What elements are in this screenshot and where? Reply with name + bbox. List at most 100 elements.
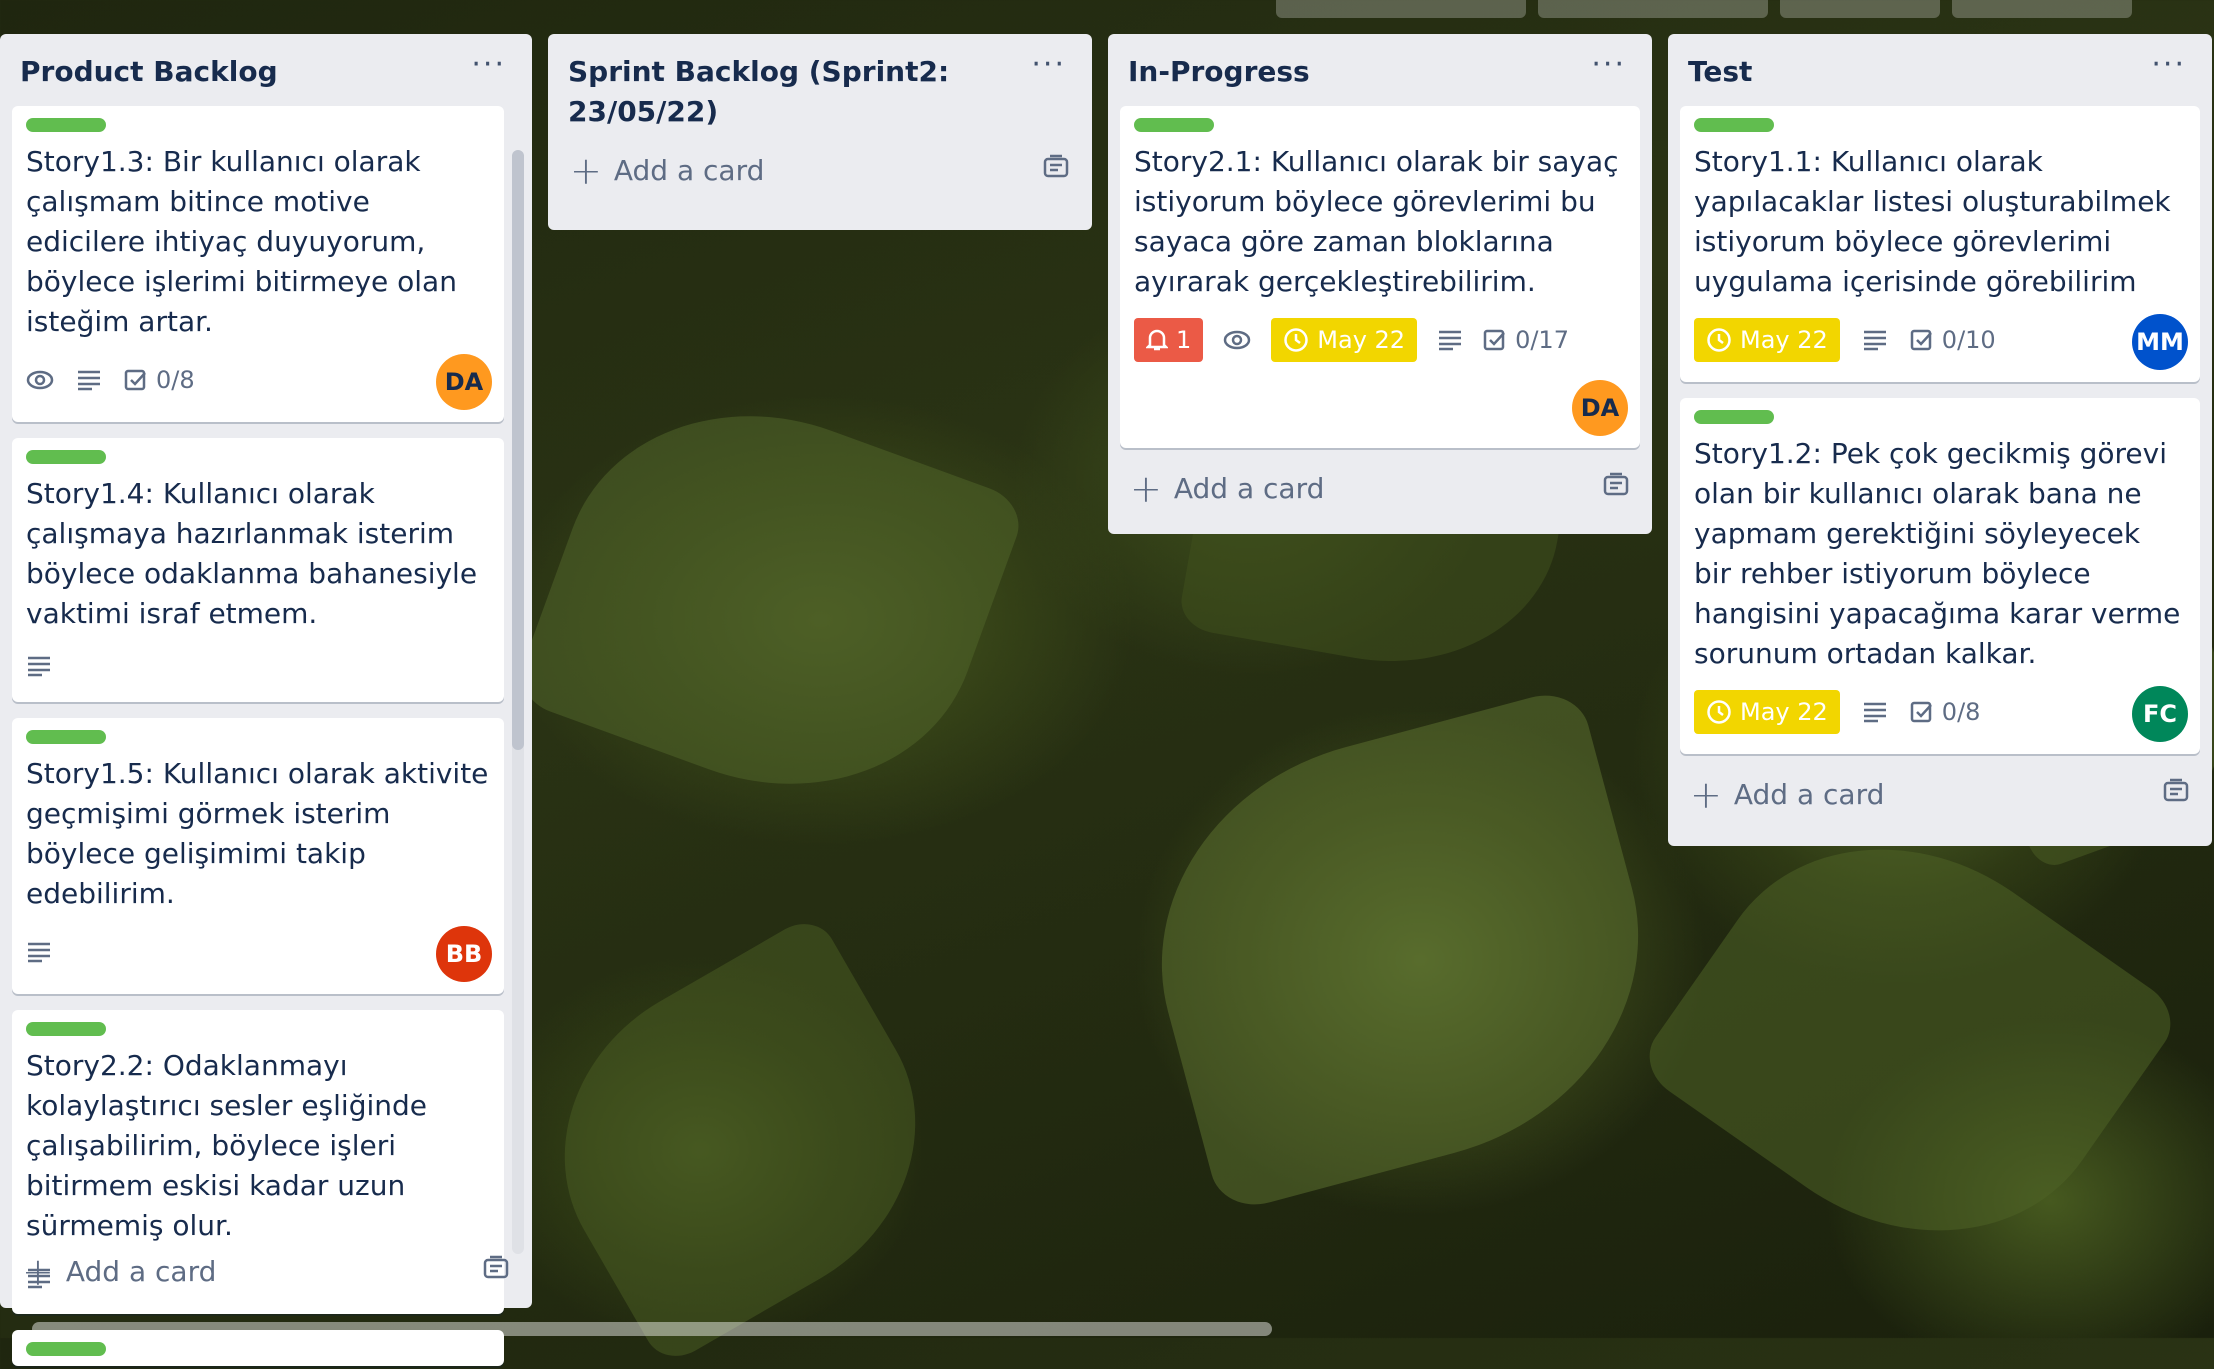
member-avatar[interactable]: FC <box>2132 686 2188 742</box>
checklist-icon <box>124 369 146 391</box>
description-icon <box>76 369 102 391</box>
background-leaf <box>1634 772 2186 1308</box>
card-badges <box>26 924 490 980</box>
add-card-label: Add a card <box>613 154 765 187</box>
plus-icon: + <box>1690 772 1722 817</box>
board-header-tabs <box>1276 0 2132 18</box>
card[interactable]: Story1.5: Kullanıcı olarak aktivite geçm… <box>12 718 504 994</box>
due-date-badge[interactable]: May 22 <box>1271 318 1418 362</box>
card-label[interactable] <box>26 1022 106 1036</box>
add-card-button[interactable]: + Add a card <box>570 148 765 193</box>
list-scrollbar-thumb[interactable] <box>512 150 524 750</box>
checklist-count: 0/10 <box>1941 326 1996 354</box>
list-menu-icon[interactable]: ··· <box>2145 50 2192 80</box>
add-card-row: + Add a card <box>560 146 1080 193</box>
add-card-label: Add a card <box>1733 778 1885 811</box>
bell-icon <box>1146 329 1168 351</box>
card-title: Story2.1: Kullanıcı olarak bir sayaç ist… <box>1134 145 1619 298</box>
card-title: Story1.4: Kullanıcı olarak çalışmaya haz… <box>26 477 478 630</box>
member-avatar[interactable]: DA <box>436 354 492 410</box>
list-sprint-backlog: Sprint Backlog (Sprint2: 23/05/22) ··· +… <box>548 34 1092 230</box>
card-label[interactable] <box>26 118 106 132</box>
card-label[interactable] <box>1134 118 1214 132</box>
list-title[interactable]: In-Progress <box>1128 52 1310 92</box>
board-horizontal-scrollbar[interactable] <box>32 1322 1272 1336</box>
add-card-button[interactable]: + Add a card <box>1690 772 1885 817</box>
template-icon[interactable] <box>1602 472 1630 505</box>
add-card-button[interactable]: + Add a card <box>22 1253 217 1291</box>
template-icon[interactable] <box>482 1255 510 1288</box>
description-icon <box>1862 701 1888 723</box>
template-icon[interactable] <box>2162 778 2190 811</box>
list-menu-icon[interactable]: ··· <box>1025 50 1072 80</box>
add-card-label: Add a card <box>65 1255 217 1288</box>
card-title: Story1.5: Kullanıcı olarak aktivite geçm… <box>26 757 489 910</box>
description-icon <box>1437 329 1463 351</box>
member-avatar[interactable]: MM <box>2132 314 2188 370</box>
list-title[interactable]: Product Backlog <box>20 52 278 92</box>
background-leaf <box>511 359 1029 841</box>
list-title[interactable]: Sprint Backlog (Sprint2: 23/05/22) <box>568 52 988 132</box>
card-badges: May 22 0/10 <box>1694 312 2186 368</box>
list-menu-icon[interactable]: ··· <box>1585 50 1632 80</box>
header-tab[interactable] <box>1538 0 1768 18</box>
watch-icon <box>26 369 54 391</box>
card-label[interactable] <box>26 1342 106 1356</box>
card[interactable]: Story1.1: Kullanıcı olarak yapılacaklar … <box>1680 106 2200 382</box>
checklist-badge: 0/10 <box>1910 326 1996 354</box>
description-icon <box>26 941 52 963</box>
due-date: May 22 <box>1740 326 1828 354</box>
checklist-badge: 0/8 <box>1910 698 1980 726</box>
description-icon <box>26 655 52 677</box>
list-header: Sprint Backlog (Sprint2: 23/05/22) ··· <box>560 34 1080 146</box>
card-label[interactable] <box>26 450 106 464</box>
plus-icon: + <box>570 148 602 193</box>
checklist-icon <box>1483 329 1506 351</box>
clock-icon <box>1707 328 1731 352</box>
checklist-badge: 0/17 <box>1483 326 1569 354</box>
clock-icon <box>1284 328 1309 352</box>
checklist-icon <box>1910 701 1932 723</box>
card-label[interactable] <box>26 730 106 744</box>
add-card-row: + Add a card <box>1680 770 2200 817</box>
list-header: Test ··· <box>1680 34 2200 106</box>
header-tab[interactable] <box>1780 0 1940 18</box>
card-title: Story2.2: Odaklanmayı kolaylaştırıcı ses… <box>26 1049 427 1242</box>
card[interactable]: Story1.3: Bir kullanıcı olarak çalışmam … <box>12 106 504 422</box>
checklist-count: 0/17 <box>1515 326 1569 354</box>
card-label[interactable] <box>1694 118 1774 132</box>
add-card-label: Add a card <box>1173 472 1325 505</box>
list-header: Product Backlog ··· <box>12 34 520 106</box>
template-icon[interactable] <box>1042 154 1070 187</box>
card-title: Story1.2: Pek çok gecikmiş görevi olan b… <box>1694 437 2181 670</box>
description-icon <box>1862 329 1888 351</box>
card-badges: 0/8 <box>26 352 490 408</box>
list-title[interactable]: Test <box>1688 52 1752 92</box>
member-avatar[interactable]: BB <box>436 926 492 982</box>
card-title: Story1.1: Kullanıcı olarak yapılacaklar … <box>1694 145 2171 298</box>
card-list: Story1.3: Bir kullanıcı olarak çalışmam … <box>12 106 520 1366</box>
card[interactable]: Story1.4: Kullanıcı olarak çalışmaya haz… <box>12 438 504 702</box>
card[interactable]: Story2.1: Kullanıcı olarak bir sayaç ist… <box>1120 106 1640 448</box>
add-card-button[interactable]: + Add a card <box>1130 466 1325 511</box>
card-label[interactable] <box>1694 410 1774 424</box>
header-tab[interactable] <box>1276 0 1526 18</box>
add-card-row: + Add a card <box>1120 464 1640 511</box>
card-list: Story1.1: Kullanıcı olarak yapılacaklar … <box>1680 106 2200 754</box>
card-badges: 1 May 22 0/17 <box>1134 312 1626 368</box>
list-menu-icon[interactable]: ··· <box>465 50 512 80</box>
card[interactable]: Story1.2: Pek çok gecikmiş görevi olan b… <box>1680 398 2200 754</box>
notification-badge[interactable]: 1 <box>1134 318 1204 362</box>
due-date-badge[interactable]: May 22 <box>1694 318 1840 362</box>
header-tab[interactable] <box>1952 0 2132 18</box>
member-avatar[interactable]: DA <box>1572 380 1628 436</box>
checklist-count: 0/8 <box>156 366 195 394</box>
watch-icon <box>1223 329 1251 351</box>
due-date-badge[interactable]: May 22 <box>1694 690 1840 734</box>
list-test: Test ··· Story1.1: Kullanıcı olarak yapı… <box>1668 34 2212 846</box>
list-header: In-Progress ··· <box>1120 34 1640 106</box>
card-title: Story1.3: Bir kullanıcı olarak çalışmam … <box>26 145 457 338</box>
background-leaf <box>1113 685 1687 1215</box>
plus-icon: + <box>1130 466 1162 511</box>
list-in-progress: In-Progress ··· Story2.1: Kullanıcı olar… <box>1108 34 1652 534</box>
